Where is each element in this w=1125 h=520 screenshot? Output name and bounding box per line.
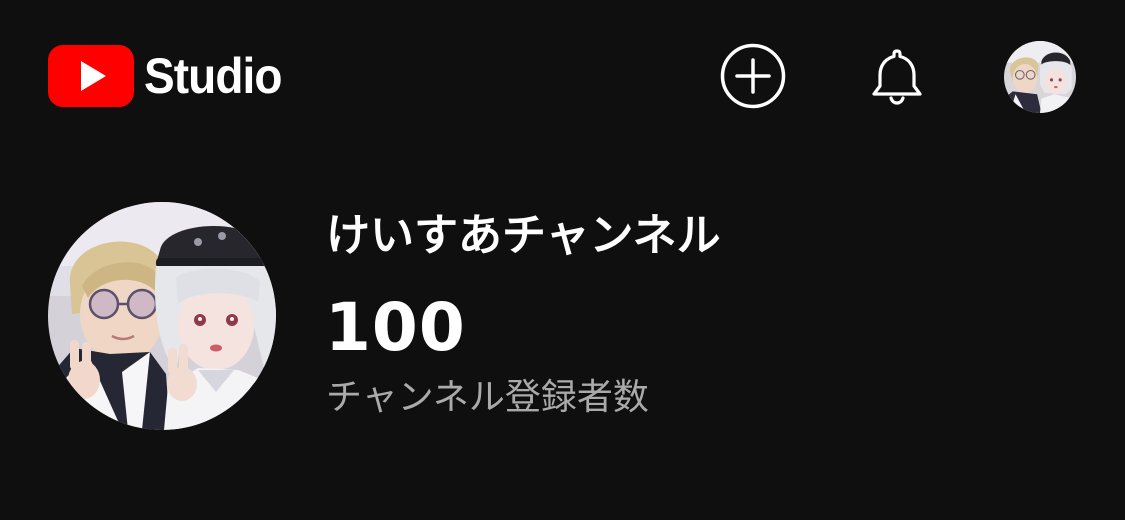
top-app-bar: Studio	[0, 0, 1125, 160]
youtube-studio-logo[interactable]: Studio	[48, 44, 294, 108]
account-avatar-image	[1004, 41, 1076, 113]
subscriber-count-label: チャンネル登録者数	[326, 377, 649, 418]
notifications-button[interactable]	[864, 43, 930, 109]
account-avatar[interactable]	[1004, 41, 1076, 113]
plus-circle-icon	[720, 43, 786, 109]
channel-avatar-image	[48, 202, 276, 430]
channel-name: けいすあチャンネル	[326, 210, 721, 261]
subscriber-count: 100	[325, 289, 466, 366]
bell-icon	[872, 49, 922, 105]
create-button[interactable]	[720, 43, 786, 109]
youtube-play-icon	[48, 45, 134, 107]
channel-avatar[interactable]	[48, 202, 276, 430]
studio-wordmark: Studio	[144, 48, 282, 104]
